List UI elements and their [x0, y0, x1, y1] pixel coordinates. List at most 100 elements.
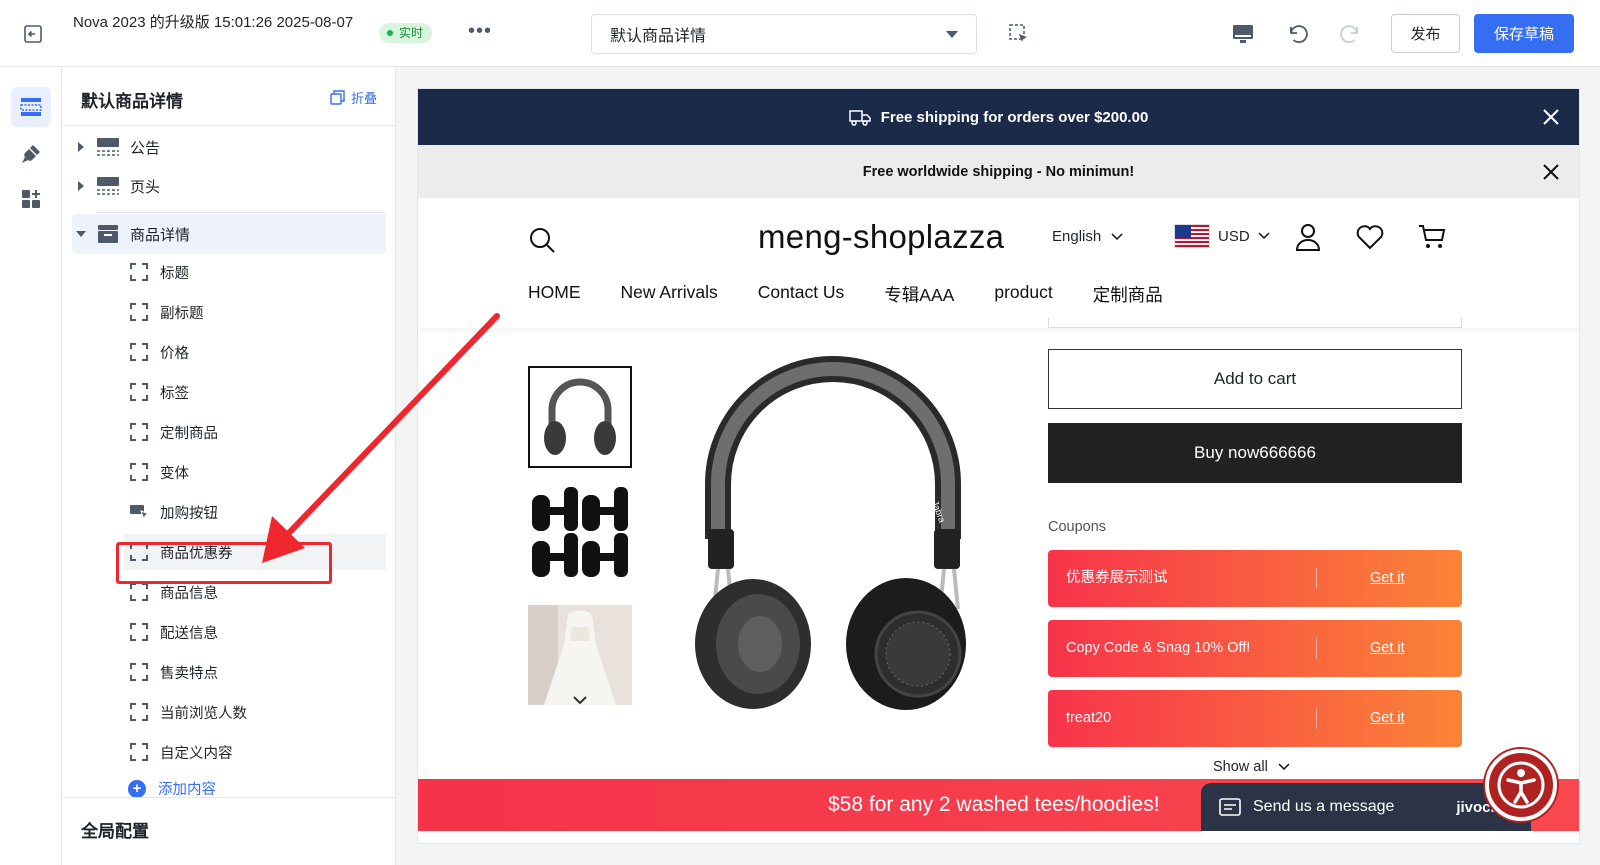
redo-icon[interactable] [1337, 20, 1365, 48]
get-coupon-link[interactable]: Get it [1370, 550, 1405, 607]
product-thumbnail[interactable] [528, 605, 632, 705]
theme-name: Nova 2023 的升级版 15:01:26 2025-08-07 [73, 14, 354, 31]
block-item[interactable]: 定制商品 [124, 414, 386, 450]
block-frame-icon [130, 663, 148, 681]
divider [1316, 568, 1317, 589]
caret-down-icon [76, 231, 86, 237]
wishlist-heart-icon[interactable] [1355, 222, 1385, 252]
block-frame-icon [130, 543, 148, 561]
product-main-image[interactable]: Jabra [688, 354, 978, 714]
coupon-title: treat20 [1066, 710, 1112, 726]
coupon-card: Copy Code & Snag 10% Off! Get it [1048, 620, 1462, 677]
block-item[interactable]: 商品信息 [124, 574, 386, 610]
publish-button[interactable]: 发布 [1391, 14, 1460, 53]
section-product-details[interactable]: 商品详情 [72, 214, 386, 254]
quantity-field[interactable] [1048, 318, 1462, 328]
add-content-label: 添加内容 [158, 782, 216, 798]
exit-editor-icon[interactable] [20, 22, 46, 46]
block-frame-icon [130, 463, 148, 481]
close-icon[interactable] [1541, 107, 1561, 127]
section-header[interactable]: 页头 [72, 166, 386, 206]
block-label: 商品优惠券 [160, 545, 233, 562]
block-label: 价格 [160, 345, 189, 362]
more-options-button[interactable]: ••• [468, 20, 492, 43]
divider [1316, 638, 1317, 659]
live-chat-widget[interactable]: Send us a message jivochat [1201, 783, 1531, 831]
accessibility-icon[interactable] [1485, 749, 1557, 821]
cursor-click-icon [130, 503, 151, 521]
language-select[interactable]: English [1052, 228, 1123, 245]
block-item[interactable]: 售卖特点 [124, 654, 386, 690]
select-element-icon[interactable] [1005, 20, 1033, 48]
live-status-badge: 实时 [379, 23, 433, 43]
desktop-preview-icon[interactable] [1229, 20, 1257, 48]
divider [62, 797, 396, 798]
block-item[interactable]: 标题 [124, 254, 386, 290]
template-select[interactable]: 默认商品详情 [591, 14, 977, 54]
product-thumbnail[interactable] [528, 483, 632, 585]
get-coupon-link[interactable]: Get it [1370, 620, 1405, 677]
block-item[interactable]: 商品优惠券 [124, 534, 386, 570]
undo-icon[interactable] [1283, 20, 1311, 48]
block-item[interactable]: 自定义内容 [124, 734, 386, 770]
nav-item-contact-us[interactable]: Contact Us [758, 282, 845, 307]
chevron-down-icon [1258, 232, 1270, 240]
us-flag-icon [1174, 224, 1210, 248]
block-label: 标题 [160, 265, 189, 282]
block-label: 加购按钮 [160, 505, 218, 522]
block-frame-icon [130, 383, 148, 401]
store-header: meng-shoplazza English USD HOME New Arri… [418, 198, 1579, 328]
sections-icon[interactable] [11, 87, 51, 127]
section-panel: 默认商品详情 折叠 公告 页头 商品详情 标题副标题价格标签定制商品变体加购按钮… [62, 67, 396, 865]
block-label: 自定义内容 [160, 745, 233, 762]
add-content-button[interactable]: + 添加内容 [128, 778, 216, 799]
block-item[interactable]: 当前浏览人数 [124, 694, 386, 730]
language-label: English [1052, 228, 1102, 245]
product-thumbnail[interactable] [528, 366, 632, 468]
add-to-cart-button[interactable]: Add to cart [1048, 349, 1462, 409]
account-icon[interactable] [1293, 222, 1323, 252]
block-item[interactable]: 加购按钮 [124, 494, 386, 530]
block-frame-icon [130, 303, 148, 321]
collapse-label: 折叠 [350, 91, 377, 106]
caret-right-icon [78, 142, 84, 152]
plus-circle-icon: + [128, 779, 146, 798]
global-config[interactable]: 全局配置 [81, 817, 149, 842]
divider [62, 125, 396, 126]
panel-title: 默认商品详情 [81, 92, 183, 111]
block-item[interactable]: 标签 [124, 374, 386, 410]
header-section-icon [97, 177, 119, 195]
block-label: 售卖特点 [160, 665, 218, 682]
close-icon[interactable] [1541, 162, 1561, 182]
left-rail [0, 67, 62, 865]
block-item[interactable]: 变体 [124, 454, 386, 490]
nav-item-home[interactable]: HOME [528, 282, 581, 307]
block-item[interactable]: 价格 [124, 334, 386, 370]
get-coupon-link[interactable]: Get it [1370, 690, 1405, 747]
block-frame-icon [130, 703, 148, 721]
coupon-title: 优惠券展示测试 [1066, 570, 1168, 586]
nav-item-album[interactable]: 专辑AAA [884, 282, 954, 307]
cart-icon[interactable] [1417, 222, 1447, 252]
block-frame-icon [130, 583, 148, 601]
announcement-text: Free worldwide shipping - No minimun! [862, 163, 1135, 180]
store-logo[interactable]: meng-shoplazza [758, 218, 1004, 256]
show-all-coupons-button[interactable]: Show all [1213, 759, 1290, 775]
apps-icon[interactable] [11, 179, 51, 219]
save-draft-button[interactable]: 保存草稿 [1474, 14, 1574, 53]
buy-now-button[interactable]: Buy now666666 [1048, 423, 1462, 483]
collapse-button[interactable]: 折叠 [330, 88, 377, 107]
search-icon[interactable] [528, 226, 556, 254]
currency-select[interactable]: USD [1174, 224, 1270, 248]
section-announcement[interactable]: 公告 [72, 127, 386, 167]
section-label: 公告 [130, 139, 161, 157]
main-navigation: HOME New Arrivals Contact Us 专辑AAA produ… [528, 282, 1163, 307]
nav-item-product[interactable]: product [994, 282, 1052, 307]
divider [1316, 708, 1317, 729]
theme-style-icon[interactable] [11, 134, 51, 174]
nav-item-new-arrivals[interactable]: New Arrivals [621, 282, 718, 307]
block-item[interactable]: 配送信息 [124, 614, 386, 650]
block-item[interactable]: 副标题 [124, 294, 386, 330]
nav-item-custom-product[interactable]: 定制商品 [1093, 282, 1163, 307]
coupon-title: Copy Code & Snag 10% Off! [1066, 640, 1251, 656]
